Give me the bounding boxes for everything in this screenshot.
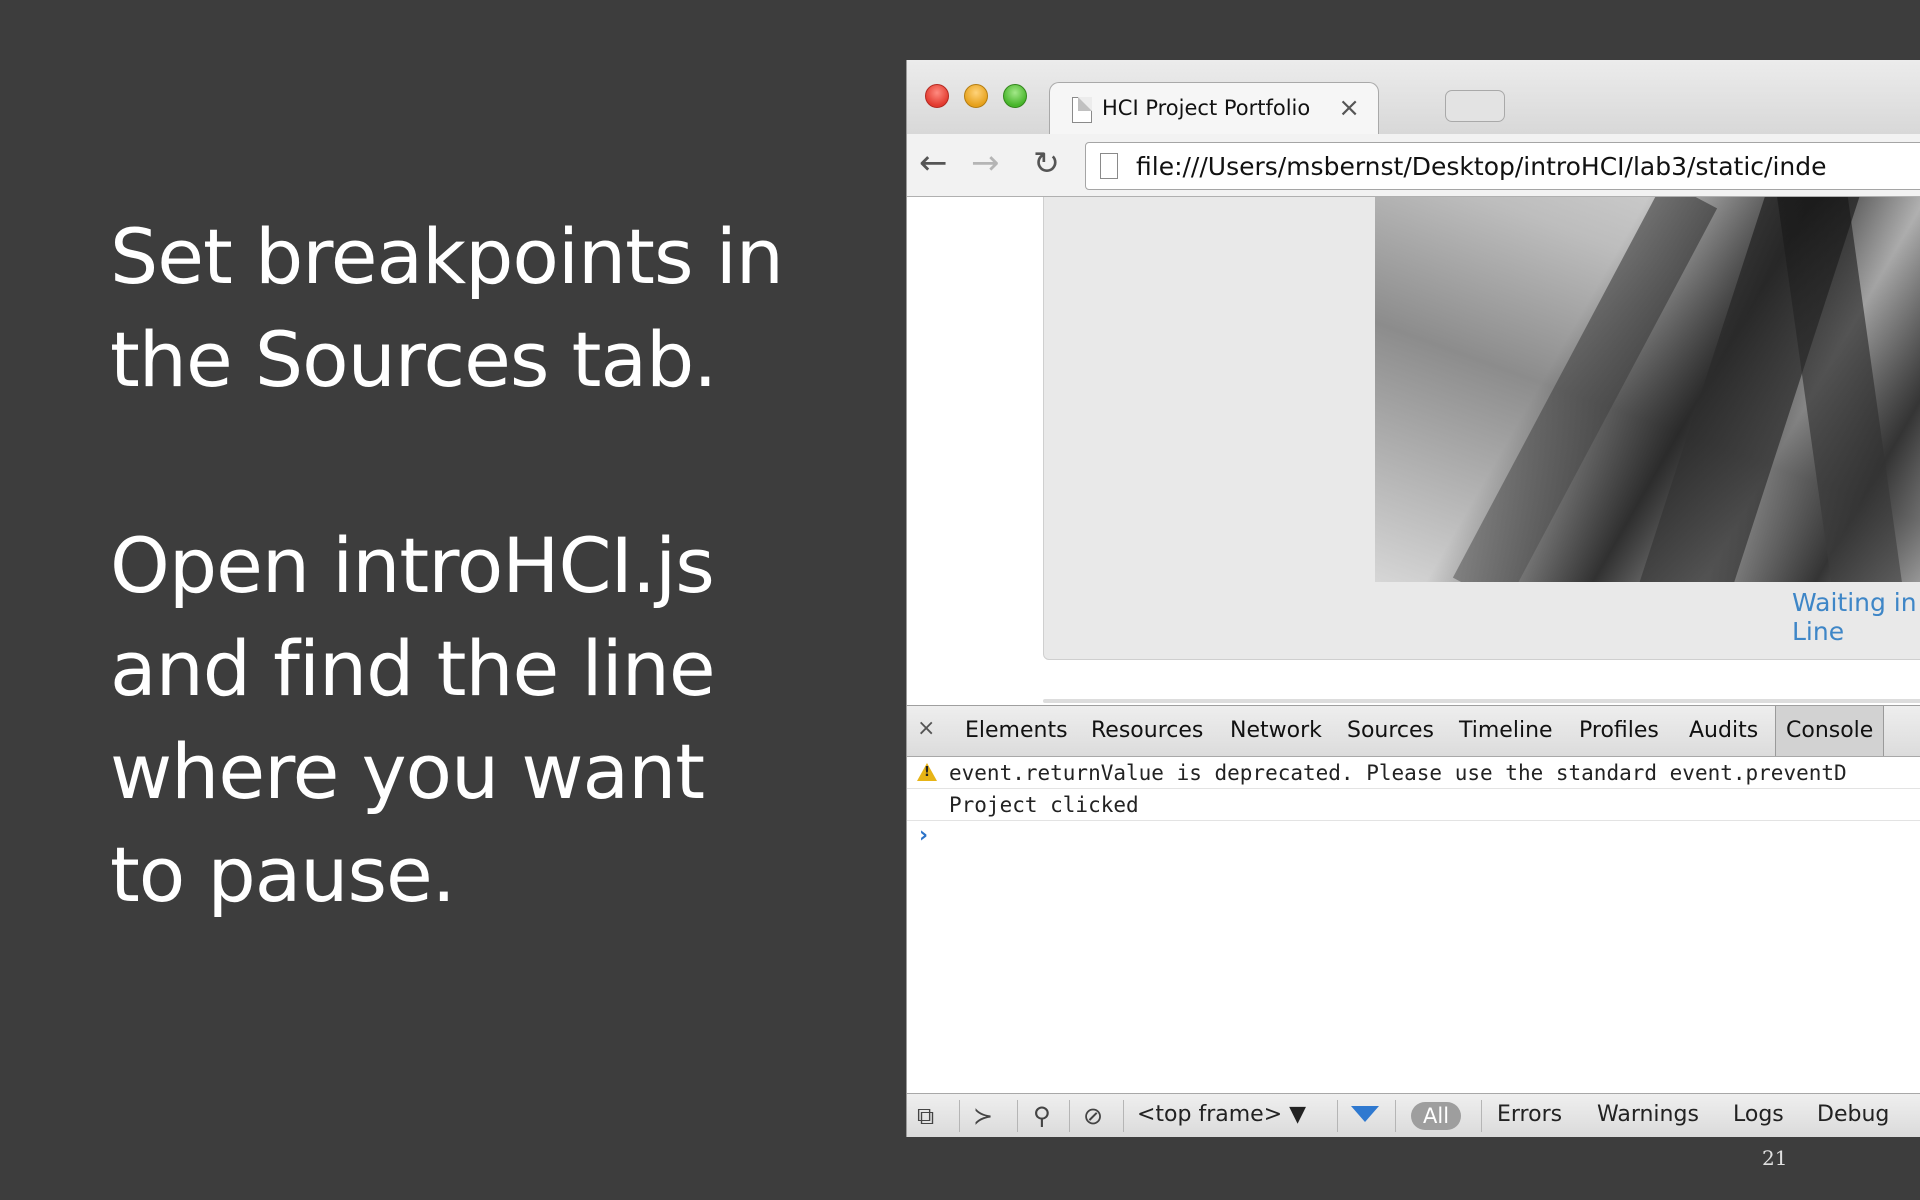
project-caption-link[interactable]: Waiting in Line (1792, 588, 1920, 646)
reload-icon[interactable]: ↻ (1033, 146, 1060, 180)
tab-network[interactable]: Network (1230, 718, 1322, 743)
back-arrow-icon[interactable]: ← (919, 146, 948, 180)
slide-line: where you want (110, 727, 705, 816)
warning-icon (917, 763, 937, 781)
project-card[interactable]: Waiting in Line (1043, 197, 1920, 660)
console-row: Project clicked (907, 789, 1920, 821)
devtools-status-bar: ⧉ ≻ ⚲ ⊘ <top frame> ▼ All Errors Warning… (907, 1093, 1920, 1137)
filter-logs[interactable]: Logs (1733, 1102, 1784, 1127)
search-icon[interactable]: ⚲ (1033, 1102, 1051, 1130)
url-text[interactable]: file:///Users/msbernst/Desktop/introHCI/… (1136, 152, 1827, 181)
frame-select[interactable]: <top frame> ▼ (1137, 1102, 1306, 1127)
console-row: event.returnValue is deprecated. Please … (907, 757, 1920, 789)
tab-audits[interactable]: Audits (1689, 718, 1758, 743)
project-photo[interactable] (1375, 197, 1920, 582)
devtools-panel: × Elements Resources Network Sources Tim… (907, 705, 1920, 1137)
close-tab-icon[interactable]: × (1338, 93, 1360, 123)
slide-line: and find the line (110, 624, 716, 713)
slide-line: Open introHCI.js (110, 521, 715, 610)
slide-line: the Sources tab. (110, 315, 717, 404)
console-message: Project clicked (949, 793, 1139, 817)
tab-title: HCI Project Portfolio (1102, 96, 1311, 120)
slide-line: Set breakpoints in (110, 212, 784, 301)
title-bar: HCI Project Portfolio × (907, 60, 1920, 137)
page-content: Waiting in Line (907, 197, 1920, 705)
close-devtools-icon[interactable]: × (917, 716, 935, 741)
devtools-tab-bar: × Elements Resources Network Sources Tim… (907, 706, 1920, 757)
new-tab-button[interactable] (1445, 90, 1505, 122)
forward-arrow-icon[interactable]: → (971, 146, 1000, 180)
clear-console-icon[interactable]: ⊘ (1083, 1102, 1103, 1130)
show-drawer-icon[interactable]: ≻ (973, 1102, 993, 1130)
tab-elements[interactable]: Elements (965, 718, 1068, 743)
filter-icon[interactable] (1351, 1106, 1379, 1122)
address-bar[interactable]: file:///Users/msbernst/Desktop/introHCI/… (1085, 142, 1920, 190)
filter-warnings[interactable]: Warnings (1597, 1102, 1699, 1127)
filter-errors[interactable]: Errors (1497, 1102, 1562, 1127)
slide-text: Set breakpoints in the Sources tab. Open… (110, 205, 830, 926)
tab-sources[interactable]: Sources (1347, 718, 1434, 743)
minimize-window-button[interactable] (964, 84, 988, 108)
slide-line: to pause. (110, 830, 456, 919)
browser-tab[interactable]: HCI Project Portfolio × (1049, 82, 1379, 137)
tab-console[interactable]: Console (1775, 706, 1885, 756)
dock-icon[interactable]: ⧉ (917, 1102, 934, 1130)
zoom-window-button[interactable] (1003, 84, 1027, 108)
tab-profiles[interactable]: Profiles (1579, 718, 1659, 743)
console-prompt-icon[interactable]: › (919, 823, 928, 848)
page-icon (1072, 97, 1092, 123)
page-icon (1100, 153, 1118, 179)
browser-window: HCI Project Portfolio × ← → ↻ file:///Us… (906, 60, 1920, 1137)
console-message: event.returnValue is deprecated. Please … (949, 761, 1847, 785)
divider (1043, 699, 1920, 703)
tab-timeline[interactable]: Timeline (1459, 718, 1553, 743)
filter-all-button[interactable]: All (1411, 1102, 1462, 1130)
console-output: event.returnValue is deprecated. Please … (907, 757, 1920, 848)
page-number: 21 (1762, 1146, 1788, 1170)
close-window-button[interactable] (925, 84, 949, 108)
browser-toolbar: ← → ↻ file:///Users/msbernst/Desktop/int… (907, 134, 1920, 197)
tab-resources[interactable]: Resources (1091, 718, 1203, 743)
filter-debug[interactable]: Debug (1817, 1102, 1889, 1127)
